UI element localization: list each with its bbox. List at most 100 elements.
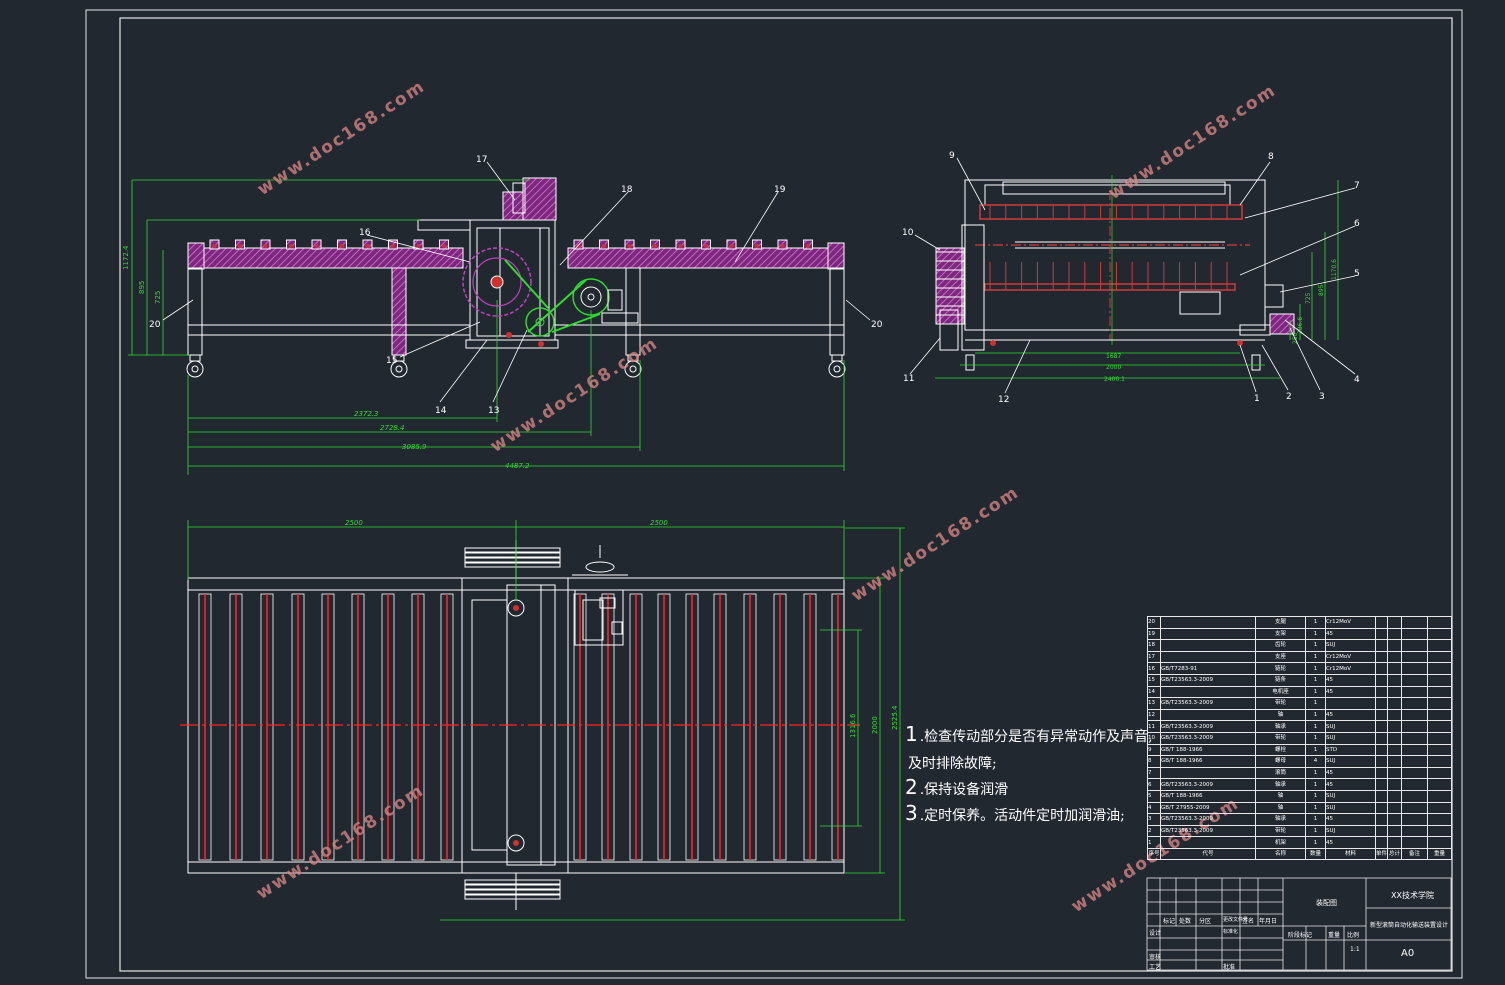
bom-name: 带轮 <box>1255 697 1306 710</box>
bom-name: 机架 <box>1255 836 1306 849</box>
bom-qty: 1 <box>1305 789 1326 803</box>
bom-extra <box>1427 778 1452 791</box>
bom-extra <box>1427 673 1452 687</box>
bom-name: 链轮 <box>1255 662 1306 675</box>
bom-total <box>1387 685 1402 699</box>
bill-of-materials: 20 支腿 1 Cr12MoV 19 支架 1 45 18 齿轮 1 SUJ 17 支座 1 Cr12MoV 1… <box>1147 616 1452 861</box>
bom-no: 19 <box>1147 627 1161 641</box>
bom-qty: 1 <box>1305 778 1326 791</box>
roller-pin <box>678 244 683 248</box>
pulley-disc <box>464 562 561 568</box>
plan-view: 2500 2500 2525.4 2000 1316.6 <box>180 519 905 921</box>
bom-row: 9 GB/T 188-1966 螺栓 1 STD <box>1147 743 1452 757</box>
leg <box>391 267 407 356</box>
bom-qty: 1 <box>1305 813 1326 826</box>
bom-row: 2 GB/T23563.3-2009 带轮 1 SUJ <box>1147 824 1452 838</box>
bom-material: 45 <box>1325 673 1376 687</box>
balloon-label: 18 <box>621 185 633 195</box>
bom-row: 12 轴 1 45 <box>1147 708 1452 722</box>
bom-name: 螺栓 <box>1255 743 1306 757</box>
dim-text: 2000 <box>871 716 879 734</box>
bom-no: 9 <box>1147 743 1161 757</box>
front-view: 1172.4 895 725 2372.3 2728.4 3085.9 4487… <box>122 155 883 475</box>
note-text: .定时保养。活动件定时加润滑油; <box>919 808 1125 824</box>
bom-qty: 1 <box>1305 720 1326 733</box>
bom-code: GB/T23563.3-2009 <box>1160 778 1256 791</box>
note-2: 2 .保持设备润滑 <box>905 775 1008 799</box>
bom-note <box>1401 766 1428 780</box>
bom-row: 15 GB/T23563.3-2009 链条 1 45 <box>1147 673 1452 687</box>
bom-no: 3 <box>1147 813 1161 826</box>
bom-total <box>1387 662 1402 675</box>
design-label: 设计 <box>1149 930 1162 937</box>
bom-note <box>1401 673 1428 687</box>
balloon-label: 2 <box>1286 392 1292 402</box>
bom-qty: 1 <box>1305 616 1326 629</box>
bom-extra <box>1427 813 1452 826</box>
castor-wheel <box>828 360 846 378</box>
bom-material: SUJ <box>1325 639 1376 652</box>
bom-total <box>1387 650 1402 664</box>
bom-row: 14 电机座 1 45 <box>1147 685 1452 699</box>
bom-row: 19 支架 1 45 <box>1147 627 1452 641</box>
bom-unit <box>1375 685 1388 699</box>
castor-wheel <box>186 360 204 378</box>
bom-extra <box>1427 801 1452 815</box>
bom-no: 14 <box>1147 685 1161 699</box>
bom-qty: 1 <box>1305 650 1326 664</box>
bom-unit <box>1375 824 1388 838</box>
bom-note <box>1401 813 1428 826</box>
bom-total <box>1387 824 1402 838</box>
roller-pin <box>416 244 421 248</box>
zone-label: 分区 <box>1199 918 1212 925</box>
bom-code: GB/T 188-1966 <box>1160 755 1256 768</box>
castor-bracket <box>831 354 843 362</box>
balloon-label: 6 <box>1354 219 1360 229</box>
bom-material: SUJ <box>1325 720 1376 733</box>
bom-code <box>1160 616 1256 629</box>
bom-note <box>1401 697 1428 710</box>
bom-material: 45 <box>1325 766 1376 780</box>
dim-text: 725 <box>154 291 162 304</box>
bom-header-code: 代号 <box>1160 847 1256 861</box>
motor-pulley <box>572 278 610 316</box>
bom-row: 8 GB/T 188-1966 螺母 4 SUJ <box>1147 755 1452 768</box>
bom-row: 17 支座 1 Cr12MoV <box>1147 650 1452 664</box>
roller-pin <box>780 244 785 248</box>
bom-qty: 4 <box>1305 755 1326 768</box>
bom-qty: 1 <box>1305 673 1326 687</box>
bom-header-name: 名称 <box>1255 847 1306 861</box>
bom-qty: 1 <box>1305 836 1326 849</box>
scale-value: 1:1 <box>1350 946 1360 953</box>
bom-note <box>1401 743 1428 757</box>
bom-note <box>1401 720 1428 733</box>
note-number: 2 <box>905 775 918 799</box>
bom-no: 17 <box>1147 650 1161 664</box>
roller-pin <box>212 244 217 248</box>
bom-note <box>1401 650 1428 664</box>
bom-code <box>1160 650 1256 664</box>
bom-no: 4 <box>1147 801 1161 815</box>
project-name: 新型滚筒自动化输送装置设计 <box>1370 922 1449 929</box>
bom-code: GB/T 27955-2009 <box>1160 801 1256 815</box>
bom-material: Cr12MoV <box>1325 616 1376 629</box>
bom-unit <box>1375 813 1388 826</box>
bom-code: GB/T 188-1966 <box>1160 789 1256 803</box>
bom-unit <box>1375 616 1388 629</box>
bom-unit <box>1375 639 1388 652</box>
bom-no: 12 <box>1147 708 1161 722</box>
bom-row: 20 支腿 1 Cr12MoV <box>1147 616 1452 629</box>
bom-header-material: 材料 <box>1325 847 1376 861</box>
bom-no: 8 <box>1147 755 1161 768</box>
bom-row: 4 GB/T 27955-2009 轴 1 SUJ <box>1147 801 1452 815</box>
leg <box>829 267 845 356</box>
check-label: 审核 <box>1149 954 1162 961</box>
bom-total <box>1387 789 1402 803</box>
bom-no: 15 <box>1147 673 1161 687</box>
dim-text: 2500 <box>345 519 363 527</box>
bom-row: 5 GB/T 188-1966 轴 1 SUJ <box>1147 789 1452 803</box>
bom-header-row: 序号 代号 名称 数量 材料 单件 总计 备注 重量 <box>1147 847 1452 861</box>
bom-total <box>1387 673 1402 687</box>
roller-pin <box>653 244 657 248</box>
bom-note <box>1401 708 1428 722</box>
